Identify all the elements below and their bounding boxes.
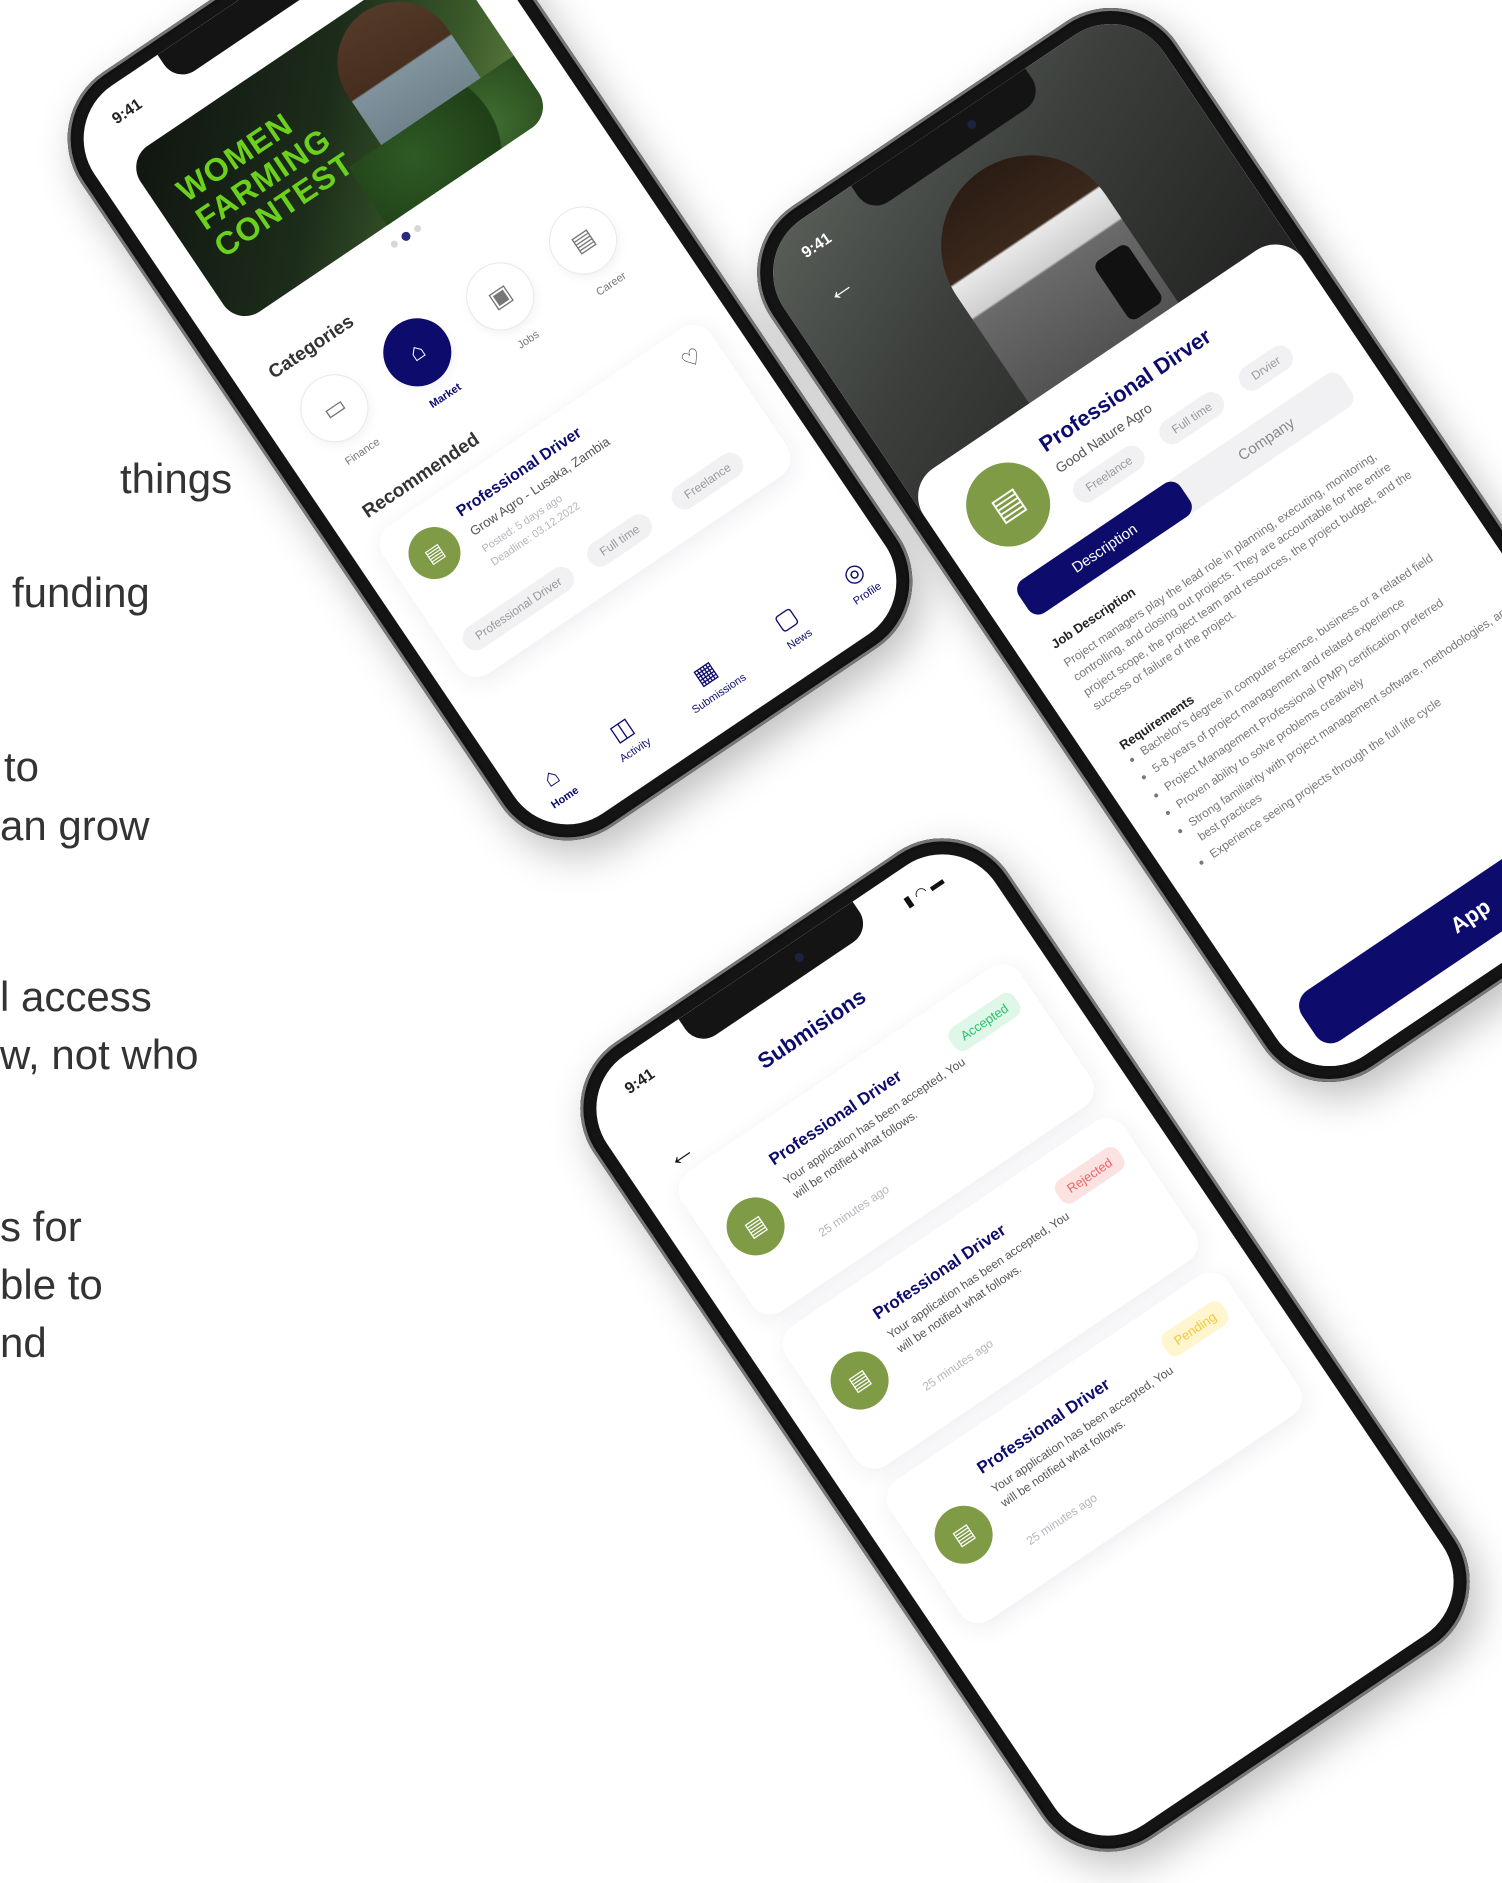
company-logo-icon: ▤ [949,446,1067,563]
profile-icon: ◎ [837,556,871,591]
battery-icon: ▬ [925,872,948,895]
status-badge-rejected: Rejected [1050,1143,1129,1208]
company-logo-icon: ▤ [923,1494,1004,1576]
left-text-line: to [4,743,40,790]
home-screen: 9:41 WOMEN FARMING CONTEST Categories ▭ … [58,0,922,850]
left-text-line: things [120,455,233,502]
apply-button[interactable]: App [1292,782,1502,1051]
job-chip: Drvier [1233,340,1299,396]
status-badge-pending: Pending [1157,1297,1233,1360]
submission-time: 25 minutes ago [919,1336,996,1394]
submission-time: 25 minutes ago [1023,1490,1100,1548]
carousel-dots[interactable] [389,223,423,250]
apply-label: App [1445,893,1495,939]
status-time: 9:41 [109,95,146,128]
left-text-line: s for [0,1203,82,1250]
nav-home[interactable]: ⌂ Home [531,758,581,811]
status-badge-accepted: Accepted [944,988,1025,1056]
category-finance[interactable]: ▭ Finance [287,361,393,475]
carousel-dot[interactable] [412,223,423,234]
job-chip: Professional Driver [457,561,580,656]
nav-activity[interactable]: ◫ Activity [599,708,653,765]
nav-submissions[interactable]: ▦ Submissions [672,644,749,716]
status-icons: ▮ ◠ ▬ [900,871,948,911]
home-phone: 9:41 WOMEN FARMING CONTEST Categories ▭ … [36,0,944,872]
notch [678,901,872,1048]
left-text-line: an grow [0,802,150,849]
camera [793,951,806,964]
left-text-line: ble to [0,1261,103,1308]
carousel-dot[interactable] [389,239,400,250]
job-chip: Full time [582,509,658,572]
category-career[interactable]: ▤ Career [535,193,642,307]
left-text-line: w, not who [0,1031,199,1078]
left-text-line: nd [0,1319,47,1366]
company-logo-icon: ▤ [819,1340,900,1421]
hero-title: WOMEN FARMING CONTEST [170,91,360,265]
camera [965,117,979,131]
status-time: 9:41 [621,1065,659,1098]
heart-icon[interactable]: ♡ [677,343,708,376]
nav-profile[interactable]: ◎ Profile [833,553,884,608]
job-chip: Full time [1154,386,1230,450]
submission-time: 25 minutes ago [815,1182,892,1240]
job-chip: Freelance [666,447,749,515]
nav-news[interactable]: ▢ News [767,600,814,653]
carousel-dot-active[interactable] [399,230,413,243]
category-jobs[interactable]: ▣ Jobs [452,249,559,363]
company-logo-icon: ▤ [715,1186,796,1267]
company-logo-icon: ▤ [398,516,471,590]
left-text-line: funding [12,569,150,616]
home-icon: ⌂ [537,762,565,793]
left-text-line: l access [0,973,152,1020]
category-market[interactable]: ⌂ Market [370,305,476,419]
